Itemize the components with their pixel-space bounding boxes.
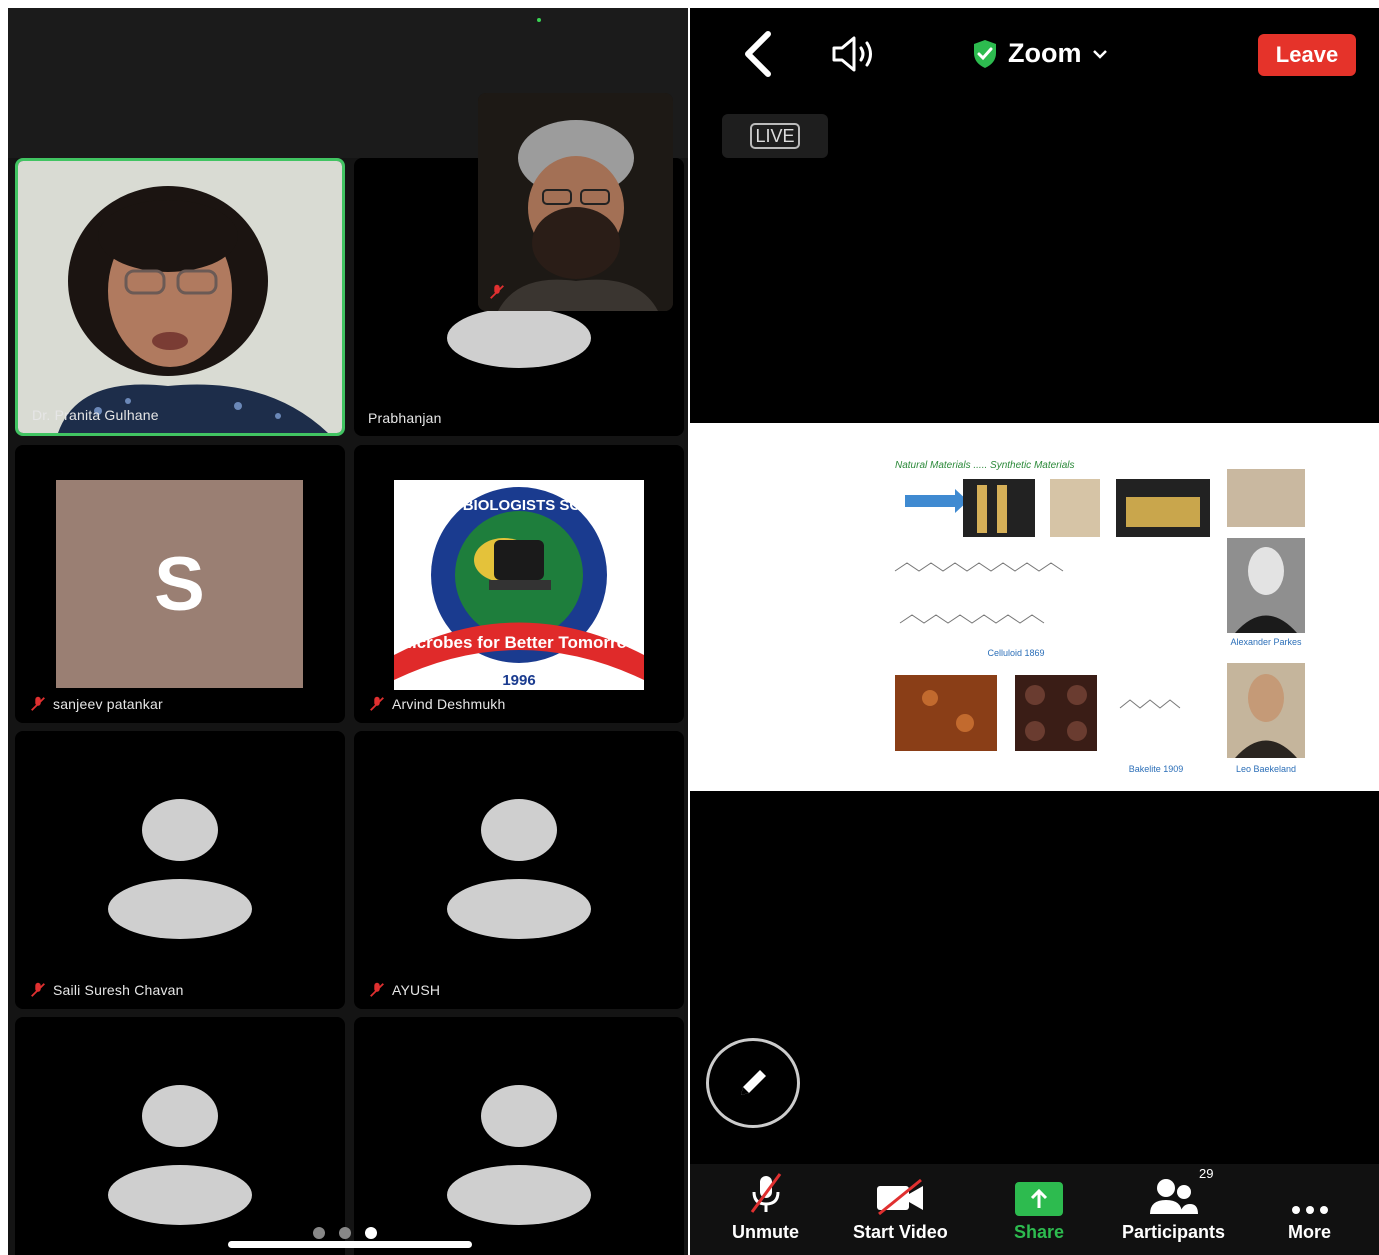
- more-dots-icon: [1291, 1206, 1328, 1214]
- participant-name-label: Saili Suresh Chavan: [53, 982, 184, 998]
- initial-avatar: S: [56, 480, 303, 688]
- live-badge[interactable]: LIVE: [722, 114, 828, 158]
- self-view-image: [478, 93, 673, 311]
- chevron-down-icon: [1092, 49, 1107, 59]
- more-label: More: [1288, 1222, 1332, 1242]
- mic-muted-icon: [490, 284, 504, 299]
- participant-name: Dr. Pranita Gulhane: [32, 407, 159, 423]
- participant-name: AYUSH: [368, 981, 440, 999]
- arrow-up-icon: [1030, 1188, 1048, 1208]
- avatar-head: [142, 799, 218, 861]
- participant-tile-8[interactable]: [354, 1017, 684, 1255]
- avatar-body: [447, 1165, 591, 1225]
- page-dot[interactable]: [313, 1227, 325, 1239]
- page-dot-current[interactable]: [365, 1227, 377, 1239]
- participant-name-label: sanjeev patankar: [53, 696, 163, 712]
- mic-muted-icon: [750, 1173, 781, 1213]
- participant-name-label: Arvind Deshmukh: [392, 696, 506, 712]
- app-title: Zoom: [1008, 38, 1082, 68]
- shared-screen[interactable]: Natural Materials ..... Synthetic Materi…: [690, 423, 1379, 791]
- participants-count-badge: 29: [1199, 1166, 1214, 1181]
- participant-tile-arvind[interactable]: MICROBIOLOGISTS SOCIETY Microbes for Bet…: [354, 445, 684, 723]
- slide-content: Natural Materials ..... Synthetic Materi…: [690, 423, 1379, 791]
- caption-parkes: Alexander Parkes: [1230, 637, 1302, 647]
- leave-button[interactable]: Leave: [1258, 34, 1356, 76]
- participants-icon: [1149, 1179, 1198, 1214]
- shield-check-icon: [974, 39, 996, 68]
- live-label: LIVE: [750, 123, 800, 149]
- mic-muted-icon: [370, 696, 384, 711]
- participant-name: Prabhanjan: [368, 410, 442, 426]
- unmute-label: Unmute: [732, 1222, 799, 1242]
- avatar-head: [481, 799, 557, 861]
- avatar-head: [481, 1085, 557, 1147]
- logo-year: 1996: [502, 672, 535, 689]
- participant-name-label: Dr. Pranita Gulhane: [32, 407, 159, 423]
- page-indicator[interactable]: [313, 1227, 377, 1239]
- logo-ribbon-text: Microbes for Better Tomorrow: [398, 633, 641, 652]
- avatar-placeholder: [447, 308, 591, 368]
- share-icon: [1015, 1182, 1064, 1216]
- participants-button[interactable]: 29 Participants: [1122, 1166, 1226, 1243]
- home-indicator[interactable]: [228, 1241, 472, 1248]
- start-video-button[interactable]: Start Video: [853, 1170, 948, 1243]
- participant-video: [18, 161, 342, 433]
- participant-name-label: Prabhanjan: [368, 410, 442, 426]
- unmute-button[interactable]: Unmute: [732, 1170, 799, 1243]
- caption-baekeland: Leo Baekeland: [1236, 764, 1296, 774]
- participant-tile-ayush[interactable]: AYUSH: [354, 731, 684, 1009]
- more-button[interactable]: More: [1288, 1170, 1331, 1243]
- mic-muted-icon: [370, 982, 384, 997]
- society-logo: MICROBIOLOGISTS SOCIETY Microbes for Bet…: [394, 480, 644, 690]
- video-off-icon: [877, 1178, 924, 1216]
- participants-label: Participants: [1122, 1222, 1226, 1242]
- meeting-toolbar: Unmute Start Video Share 29 Participants…: [690, 1164, 1379, 1255]
- meeting-title-dropdown[interactable]: Zoom: [972, 38, 1108, 69]
- pencil-icon: [741, 1070, 766, 1095]
- participant-tile-saili[interactable]: Saili Suresh Chavan: [15, 731, 345, 1009]
- back-chevron-icon[interactable]: [740, 30, 774, 78]
- participant-name: Arvind Deshmukh: [368, 695, 506, 713]
- avatar-body: [108, 1165, 252, 1225]
- mic-muted-icon: [31, 696, 45, 711]
- participant-tile-pranita[interactable]: Dr. Pranita Gulhane: [15, 158, 345, 436]
- avatar-head: [142, 1085, 218, 1147]
- meeting-view: Zoom Leave LIVE Natural Materials ..... …: [690, 8, 1379, 1255]
- participant-tile-7[interactable]: [15, 1017, 345, 1255]
- share-button[interactable]: Share: [1014, 1170, 1064, 1243]
- self-view-video[interactable]: [478, 93, 673, 311]
- mic-muted-icon: [31, 982, 45, 997]
- caption-celluloid: Celluloid 1869: [987, 648, 1044, 658]
- start-video-label: Start Video: [853, 1222, 948, 1242]
- slide-title: Natural Materials ..... Synthetic Materi…: [895, 460, 1075, 471]
- participant-name: sanjeev patankar: [29, 695, 163, 713]
- page-dot[interactable]: [339, 1227, 351, 1239]
- speaker-icon[interactable]: [830, 34, 880, 74]
- logo-top-text: MICROBIOLOGISTS SOCIETY: [413, 497, 626, 514]
- initial-letter: S: [154, 541, 205, 627]
- caption-bakelite: Bakelite 1909: [1129, 764, 1184, 774]
- participant-tile-sanjeev[interactable]: S sanjeev patankar: [15, 445, 345, 723]
- avatar-body: [108, 879, 252, 939]
- participant-name: Saili Suresh Chavan: [29, 981, 184, 999]
- participant-name-label: AYUSH: [392, 982, 441, 998]
- share-label: Share: [1014, 1222, 1065, 1242]
- gallery-view: Dr. Pranita Gulhane Prabhanjan S sanjeev…: [8, 8, 688, 1255]
- annotate-button[interactable]: [706, 1038, 800, 1128]
- camera-indicator: [537, 18, 541, 22]
- meeting-header: Zoom Leave: [690, 8, 1379, 100]
- avatar-body: [447, 879, 591, 939]
